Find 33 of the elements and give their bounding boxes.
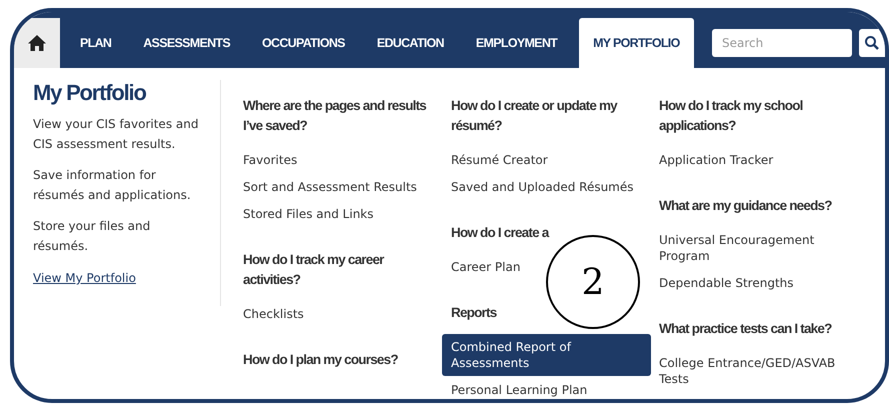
menu-link[interactable]: College Entrance/GED/ASVAB Tests xyxy=(650,350,859,392)
section-heading: How do I plan my courses? xyxy=(243,351,398,369)
menu-link[interactable]: Personal Learning Plan xyxy=(442,377,596,399)
section-heading: What are my guidance needs? xyxy=(659,197,832,215)
menu-link[interactable]: Career Plan xyxy=(442,254,530,280)
menu-link[interactable]: Combined Report of Assessments xyxy=(442,334,651,376)
search-icon xyxy=(864,35,880,51)
search-button[interactable] xyxy=(859,29,885,57)
section-heading: How do I track my career activities? xyxy=(243,251,386,289)
home-icon xyxy=(27,34,47,52)
description-text: View your CIS favorites and CIS assessment results. xyxy=(33,116,200,153)
menu-link[interactable]: Saved and Uploaded Résumés xyxy=(442,174,643,200)
portfolio-link[interactable]: View My Portfolio xyxy=(33,271,136,285)
section-heading: How do I create or update my résumé? xyxy=(451,97,618,135)
menu-link[interactable]: Favorites xyxy=(234,147,306,173)
description-text: Save information for résumés and applications. xyxy=(33,167,192,204)
section-heading: Reports xyxy=(451,304,496,322)
section-heading: Where are the pages and results I’ve saved? xyxy=(243,97,428,135)
section-heading: How do I create a xyxy=(451,224,548,242)
menu-link[interactable]: Stored Files and Links xyxy=(234,201,383,227)
menu-link[interactable]: Dependable Strengths xyxy=(650,270,803,296)
nav-tab[interactable]: MY PORTFOLIO xyxy=(579,18,694,68)
home-tab[interactable] xyxy=(14,18,60,68)
section-heading: What practice tests can I take? xyxy=(659,320,832,338)
section-heading: How do I track my school applications? xyxy=(659,97,804,135)
menu-link[interactable]: Checklists xyxy=(234,301,313,327)
menu-link[interactable]: Universal Encouragement Program xyxy=(650,227,859,269)
description-text: Store your files and résumés. xyxy=(33,218,152,255)
menu-link[interactable]: Sort and Assessment Results xyxy=(234,174,426,200)
menu-link[interactable]: Résumé Creator xyxy=(442,147,557,173)
menu-link[interactable]: Application Tracker xyxy=(650,147,782,173)
search-field[interactable]: Search xyxy=(712,29,852,57)
menu-title: My Portfolio xyxy=(33,80,147,106)
